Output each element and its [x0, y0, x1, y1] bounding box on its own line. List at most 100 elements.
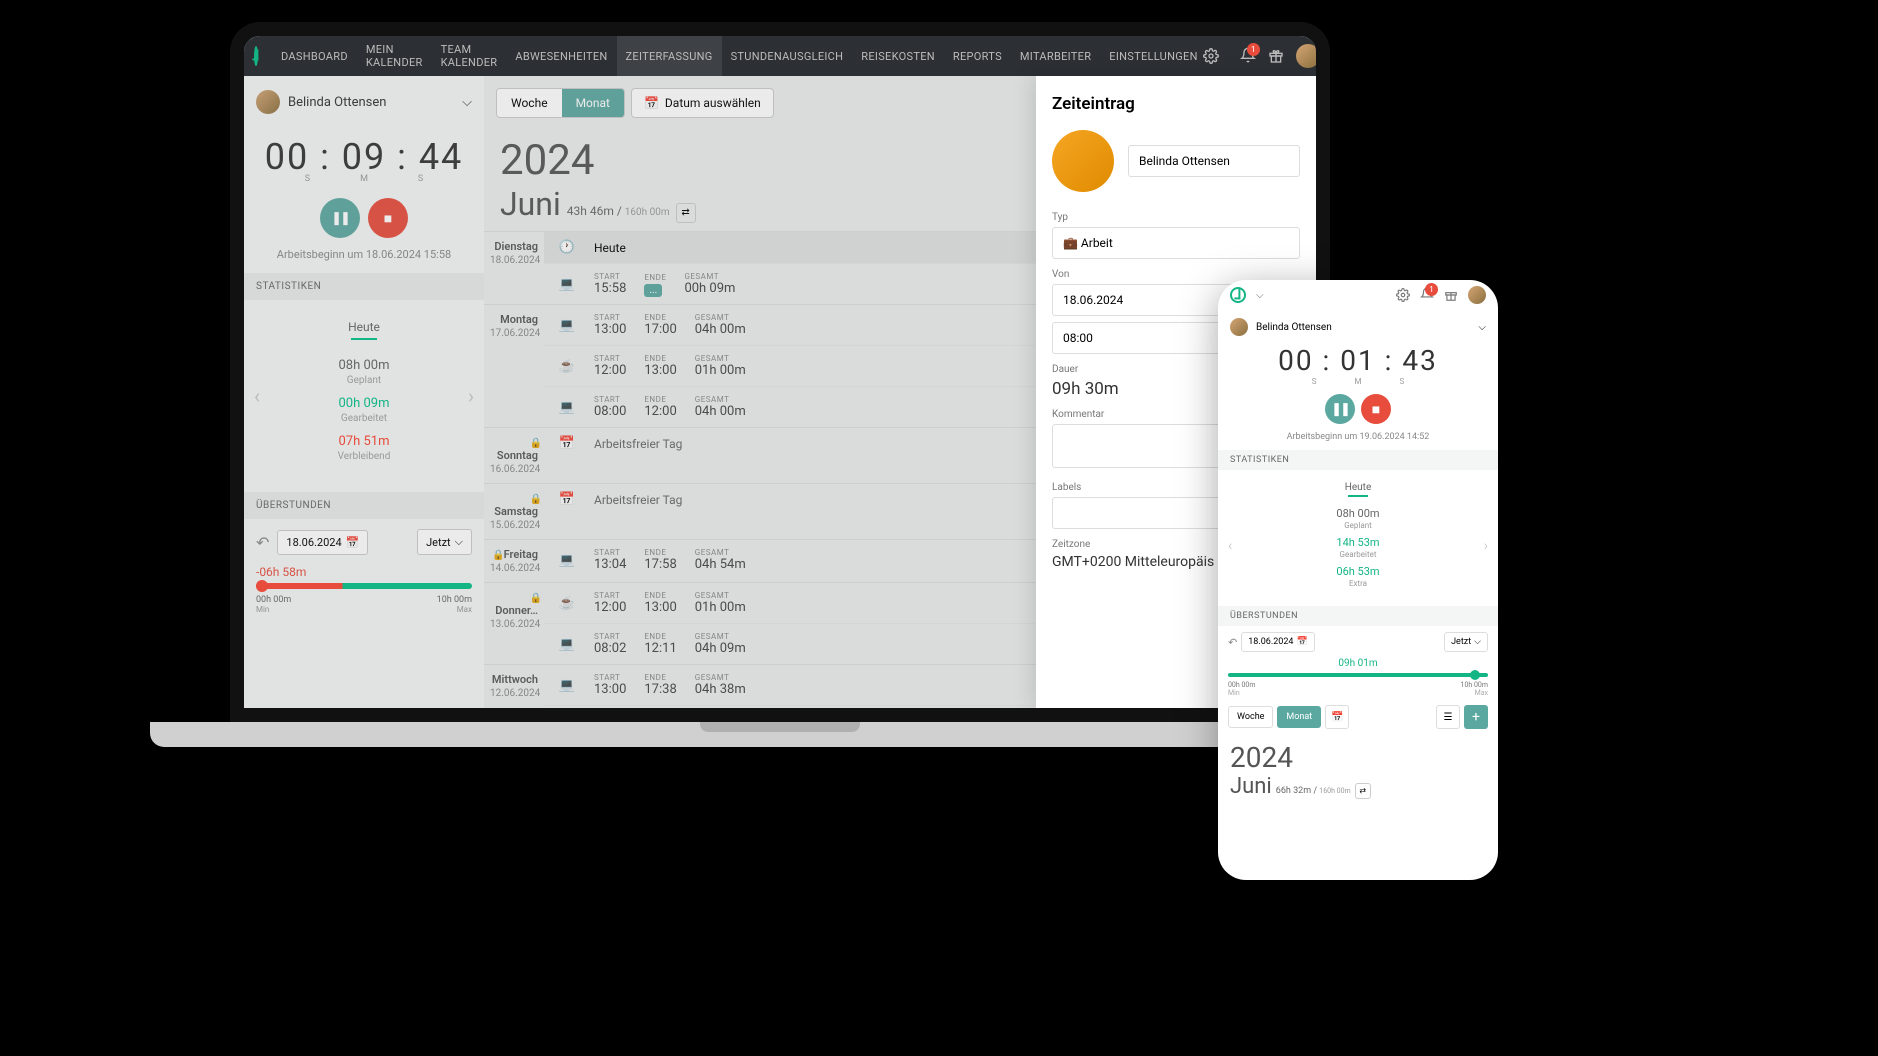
calendar-icon: 📅	[644, 96, 659, 110]
day-name: Montag	[500, 313, 538, 326]
total-time: 01h 00m	[695, 363, 746, 378]
phone-notifications[interactable]: 1	[1420, 287, 1434, 304]
overtime-heading: ÜBERSTUNDEN	[244, 492, 484, 519]
gift-icon[interactable]	[1268, 48, 1284, 64]
date-picker-button[interactable]: 📅 Datum auswählen	[631, 88, 774, 118]
overtime-date-picker[interactable]: 18.06.2024 📅	[277, 530, 368, 555]
timer-minutes: 09	[342, 136, 386, 178]
phone-undo[interactable]: ↶	[1228, 636, 1237, 649]
day-name: Mittwoch	[492, 673, 538, 686]
gear-icon[interactable]	[1396, 288, 1410, 302]
phone-week-button[interactable]: Woche	[1228, 706, 1273, 728]
stats-next[interactable]: ›	[468, 384, 474, 408]
phone-overtime-heading: ÜBERSTUNDEN	[1218, 606, 1498, 626]
phone-calendar-button[interactable]: 📅	[1325, 705, 1349, 729]
shuffle-button[interactable]: ⇄	[676, 203, 696, 223]
phone-date-picker[interactable]: 18.06.2024 📅	[1241, 632, 1314, 652]
user-avatar-small	[256, 90, 280, 114]
nav-absences[interactable]: ABWESENHEITEN	[506, 36, 616, 76]
phone-month-button[interactable]: Monat	[1277, 706, 1321, 728]
type-select[interactable]: 💼 Arbeit	[1052, 227, 1300, 259]
top-nav: DASHBOARD MEIN KALENDER TEAM KALENDER AB…	[244, 36, 1316, 76]
phone-shuffle[interactable]: ⇄	[1355, 783, 1371, 799]
notifications-button[interactable]: 1	[1240, 47, 1256, 66]
phone-stats-next[interactable]: ›	[1484, 538, 1488, 554]
nav-settings-label: EINSTELLUNGEN	[1109, 50, 1197, 63]
phone-range-select[interactable]: Jetzt ⌵	[1444, 632, 1488, 652]
nav-team-calendar[interactable]: TEAM KALENDER	[432, 36, 507, 76]
phone-slider[interactable]	[1228, 673, 1488, 677]
pause-icon	[331, 211, 349, 226]
start-time: 13:00	[594, 682, 626, 697]
undo-button[interactable]: ↶	[256, 533, 269, 552]
gift-icon[interactable]	[1444, 288, 1458, 302]
phone-month: Juni	[1230, 774, 1272, 799]
overtime-range-select[interactable]: Jetzt ⌵	[417, 529, 472, 555]
user-selector[interactable]: Belinda Ottensen ⌵	[244, 76, 484, 128]
end-time: 17:38	[644, 682, 676, 697]
stats-prev[interactable]: ‹	[254, 384, 260, 408]
day-date: 15.06.2024	[490, 520, 540, 531]
total-time: 04h 54m	[695, 557, 746, 572]
nav-travel-costs[interactable]: REISEKOSTEN	[852, 36, 944, 76]
phone-pause-button[interactable]	[1325, 394, 1355, 424]
view-week-button[interactable]: Woche	[497, 89, 562, 117]
day-date: 18.06.2024	[490, 255, 540, 266]
lock-icon: 🔒	[530, 494, 542, 505]
nav-reports[interactable]: REPORTS	[944, 36, 1011, 76]
stats-today-label: Heute	[256, 320, 472, 334]
end-time: 13:00	[644, 600, 676, 615]
day-date: 12.06.2024	[490, 688, 540, 699]
phone-list-button[interactable]: ☰	[1436, 705, 1460, 729]
laptop-icon: 💻	[558, 277, 576, 292]
pause-button[interactable]	[320, 198, 360, 238]
overtime-slider[interactable]	[256, 583, 472, 589]
cup-icon: ☕	[558, 359, 576, 374]
day-date: 16.06.2024	[490, 464, 540, 475]
nav-settings[interactable]: EINSTELLUNGEN	[1100, 36, 1227, 76]
nav-dashboard[interactable]: DASHBOARD	[272, 36, 357, 76]
user-avatar[interactable]	[1296, 44, 1320, 68]
nav-my-calendar[interactable]: MEIN KALENDER	[357, 36, 432, 76]
stop-icon	[1372, 401, 1380, 418]
chevron-down-icon: ⌵	[1478, 322, 1486, 333]
stats-remaining-label: Verbleibend	[256, 451, 472, 462]
laptop-icon: 💻	[558, 637, 576, 652]
notification-badge: 1	[1247, 43, 1260, 56]
view-month-button[interactable]: Monat	[562, 89, 624, 117]
phone-stats-prev[interactable]: ‹	[1228, 538, 1232, 554]
phone-work-start: Arbeitsbeginn um 19.06.2024 14:52	[1218, 432, 1498, 442]
day-name: Dienstag	[494, 240, 538, 253]
stop-icon	[384, 210, 392, 227]
stop-button[interactable]	[368, 198, 408, 238]
nav-hours-balance[interactable]: STUNDENAUSGLEICH	[722, 36, 853, 76]
drawer-avatar	[1052, 130, 1114, 192]
stats-planned-label: Geplant	[256, 375, 472, 386]
stats-worked-label: Gearbeitet	[256, 413, 472, 424]
nav-timetracking[interactable]: ZEITERFASSUNG	[617, 36, 722, 76]
end-time: 17:00	[644, 322, 676, 337]
free-day-label: Arbeitsfreier Tag	[594, 437, 682, 451]
laptop-icon: 💻	[558, 318, 576, 333]
user-name: Belinda Ottensen	[288, 95, 386, 110]
nav-employees[interactable]: MITARBEITER	[1011, 36, 1100, 76]
total-time: 04h 09m	[695, 641, 746, 656]
cup-icon: ☕	[558, 596, 576, 611]
calendar-icon: 📅	[346, 536, 360, 549]
phone-user-selector[interactable]: Belinda Ottensen ⌵	[1218, 310, 1498, 344]
phone-add-button[interactable]: +	[1464, 705, 1488, 729]
total-time: 01h 00m	[695, 600, 746, 615]
phone-stop-button[interactable]	[1361, 394, 1391, 424]
drawer-title: Zeiteintrag	[1052, 94, 1300, 114]
stats-planned-hours: 08h 00m	[256, 358, 472, 373]
chevron-down-icon[interactable]: ⌵	[1256, 290, 1264, 301]
day-name: Donner…	[495, 604, 538, 617]
drawer-user-name: Belinda Ottensen	[1128, 145, 1300, 177]
chevron-down-icon: ⌵	[455, 535, 463, 549]
phone-avatar[interactable]	[1468, 286, 1486, 304]
gear-icon	[1203, 48, 1219, 64]
timer-hours: 00	[265, 136, 309, 178]
chevron-down-icon: ⌵	[462, 95, 472, 110]
laptop-icon: 💻	[558, 678, 576, 693]
month-heading: Juni	[500, 185, 561, 223]
